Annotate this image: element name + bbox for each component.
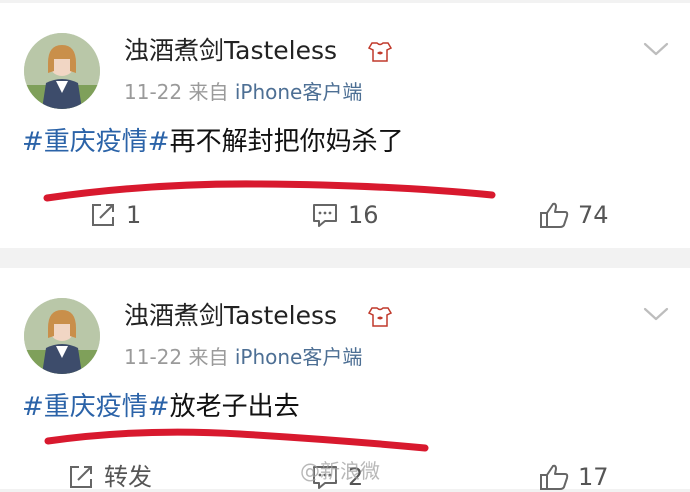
- chevron-down-icon[interactable]: [642, 39, 670, 59]
- source-client[interactable]: iPhone客户端: [235, 345, 363, 369]
- like-button[interactable]: 74: [538, 200, 609, 230]
- like-count: 17: [578, 463, 609, 491]
- avatar-photo-icon: [24, 33, 100, 109]
- avatar[interactable]: [24, 33, 100, 109]
- repost-button[interactable]: 转发: [66, 462, 152, 492]
- weibo-post-2: 浊酒煮剑Tasteless 11-22 来自 iPhone客户端 #重庆疫情#放…: [0, 268, 690, 492]
- source-prefix: 来自: [188, 80, 229, 104]
- red-underline-annotation: [44, 428, 429, 452]
- repost-icon: [92, 204, 114, 226]
- post-content: #重庆疫情#再不解封把你妈杀了: [22, 125, 404, 159]
- vip-badge-icon: [368, 42, 392, 62]
- watermark: @新浪微: [300, 459, 380, 483]
- post-text: 再不解封把你妈杀了: [169, 127, 404, 157]
- post-content: #重庆疫情#放老子出去: [22, 390, 300, 424]
- like-icon: [540, 202, 569, 228]
- like-icon: [540, 464, 569, 490]
- hashtag-link[interactable]: #重庆疫情#: [22, 392, 170, 422]
- repost-count: 1: [126, 201, 142, 229]
- avatar[interactable]: [24, 298, 100, 374]
- avatar-photo-icon: [24, 298, 100, 374]
- post-date: 11-22: [124, 345, 183, 369]
- username[interactable]: 浊酒煮剑Tasteless: [124, 35, 337, 67]
- like-count: 74: [578, 201, 609, 229]
- source-client[interactable]: iPhone客户端: [235, 80, 363, 104]
- comment-count: 16: [348, 201, 379, 229]
- like-button[interactable]: 17: [538, 462, 609, 492]
- chevron-down-icon[interactable]: [642, 304, 670, 324]
- username[interactable]: 浊酒煮剑Tasteless: [124, 300, 337, 332]
- comment-icon: [313, 204, 337, 227]
- post-text: 放老子出去: [169, 392, 300, 422]
- repost-icon: [70, 466, 92, 488]
- repost-label: 转发: [104, 463, 152, 491]
- vip-badge-icon: [368, 307, 392, 327]
- source-prefix: 来自: [188, 345, 229, 369]
- weibo-post-1: 浊酒煮剑Tasteless 11-22 来自 iPhone客户端 #重庆疫情#再…: [0, 3, 690, 248]
- repost-button[interactable]: 1: [88, 200, 141, 230]
- post-meta: 11-22 来自 iPhone客户端: [124, 79, 362, 105]
- hashtag-link[interactable]: #重庆疫情#: [22, 127, 170, 157]
- comment-button[interactable]: 16: [310, 200, 379, 230]
- post-date: 11-22: [124, 80, 183, 104]
- post-meta: 11-22 来自 iPhone客户端: [124, 344, 362, 370]
